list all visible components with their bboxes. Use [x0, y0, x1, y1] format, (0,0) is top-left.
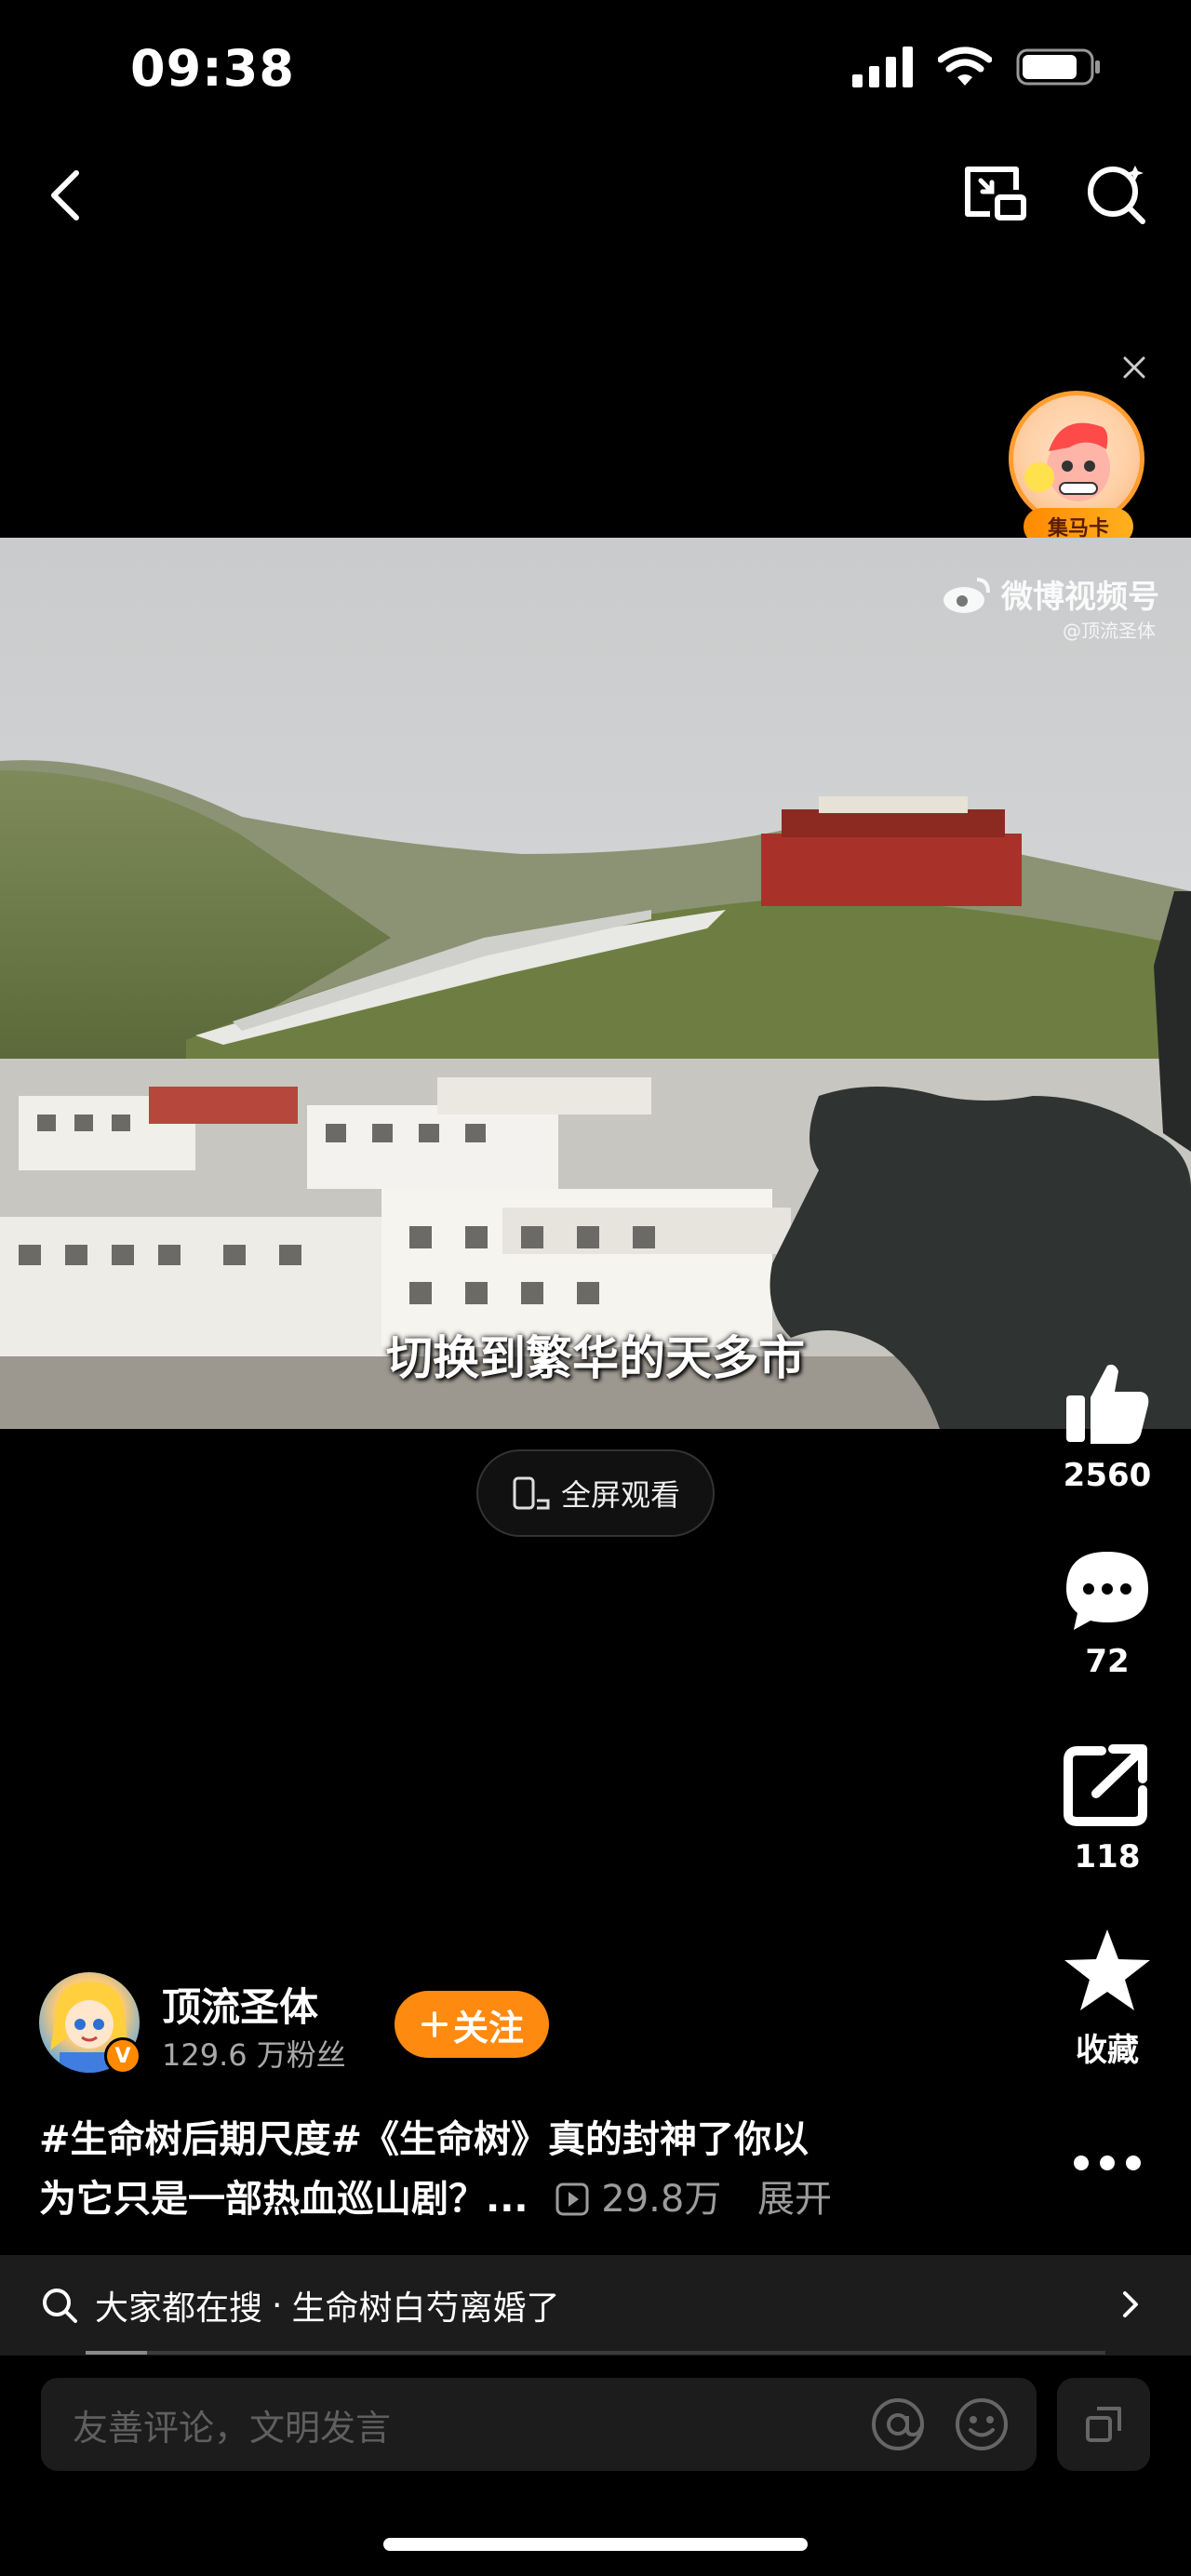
like-button[interactable]: 2560 [1042, 1358, 1172, 1494]
trending-search-prefix: 大家都在搜 [95, 2289, 263, 2328]
trending-search-bar[interactable]: 大家都在搜 · 生命树白芍离婚了 [0, 2255, 1191, 2356]
play-count-icon [555, 2182, 589, 2216]
favorite-label: 收藏 [1076, 2032, 1139, 2069]
fullscreen-button[interactable]: 全屏观看 [476, 1449, 715, 1537]
comment-icon [1066, 1552, 1148, 1630]
wifi-icon [938, 47, 992, 86]
comment-placeholder: 友善评论，文明发言 [73, 2407, 392, 2449]
like-icon [1066, 1364, 1149, 1444]
description-line-2: 为它只是一部热血巡山剧？... [39, 2178, 529, 2221]
author-fans: 129.6 万粉丝 [162, 2037, 346, 2073]
star-icon [1064, 1929, 1150, 2010]
back-icon [51, 170, 79, 220]
favorite-button[interactable]: 收藏 [1042, 1926, 1172, 2070]
pip-icon [965, 167, 1026, 220]
comment-button[interactable]: 72 [1042, 1544, 1172, 1680]
description-line-2-row: 为它只是一部热血巡山剧？... 29.8万 展开 [39, 2169, 951, 2229]
playback-progress[interactable] [86, 2351, 1105, 2355]
more-icon [1074, 2156, 1141, 2170]
battery-icon [1016, 48, 1100, 86]
play-count-group: 29.8万 [542, 2178, 734, 2221]
promo-close-button[interactable] [1113, 346, 1156, 389]
description-line-1: #生命树后期尺度#《生命树》真的封神了你以 [39, 2118, 810, 2161]
follow-label: 关注 [452, 2007, 524, 2049]
chevron-right-icon [1123, 2291, 1138, 2317]
playback-progress-fill [86, 2351, 147, 2355]
play-count: 29.8万 [601, 2178, 722, 2221]
expand-icon [1086, 2407, 1121, 2442]
video-subtitle: 切换到繁华的天多市 [386, 1330, 805, 1385]
watermark-brand: 微博视频号 [1001, 579, 1159, 616]
fullscreen-label: 全屏观看 [560, 1477, 680, 1513]
follow-button[interactable]: 关注 [395, 1991, 549, 2058]
trending-search-query: 生命树白芍离婚了 [291, 2289, 560, 2328]
plus-icon [421, 2011, 448, 2037]
promo-mascot [1009, 391, 1144, 527]
at-icon[interactable] [869, 2396, 927, 2453]
status-icons [852, 47, 1102, 87]
author-name[interactable]: 顶流圣体 [162, 1976, 318, 2033]
share-icon [1064, 1744, 1147, 1826]
trending-search-separator: · [272, 2286, 283, 2325]
watermark-logo: 微博视频号 [942, 571, 1159, 617]
more-button[interactable] [1042, 2140, 1172, 2186]
weibo-icon [943, 577, 990, 613]
search-button[interactable] [1079, 156, 1154, 231]
back-button[interactable] [28, 158, 102, 233]
like-count: 2560 [1063, 1457, 1152, 1494]
search-icon [1088, 166, 1145, 224]
verified-badge: V [104, 2037, 141, 2075]
pip-button[interactable] [958, 156, 1033, 231]
comment-input[interactable]: 友善评论，文明发言 [41, 2378, 1037, 2471]
search-small-icon [43, 2289, 77, 2323]
video-player[interactable]: 微博视频号 @顶流圣体 切换到繁华的天多市 [0, 538, 1191, 1429]
video-frame [0, 538, 1191, 1429]
video-description[interactable]: #生命树后期尺度#《生命树》真的封神了你以 为它只是一部热血巡山剧？... 29… [39, 2110, 951, 2229]
close-icon [1123, 356, 1145, 379]
promo-card[interactable]: 集马卡 [1005, 391, 1144, 549]
mascot-icon [1024, 422, 1110, 501]
status-time: 09:38 [130, 39, 295, 98]
emoji-icon[interactable] [953, 2396, 1010, 2453]
expand-link[interactable]: 展开 [757, 2178, 832, 2221]
share-count: 118 [1074, 1838, 1141, 1875]
share-button[interactable]: 118 [1042, 1740, 1172, 1875]
expand-button[interactable] [1057, 2378, 1150, 2471]
home-indicator[interactable] [383, 2538, 808, 2551]
signal-icon [852, 47, 913, 87]
phone-rotate-icon [513, 1476, 550, 1510]
watermark-handle: @顶流圣体 [1063, 620, 1156, 642]
comment-count: 72 [1085, 1643, 1130, 1680]
